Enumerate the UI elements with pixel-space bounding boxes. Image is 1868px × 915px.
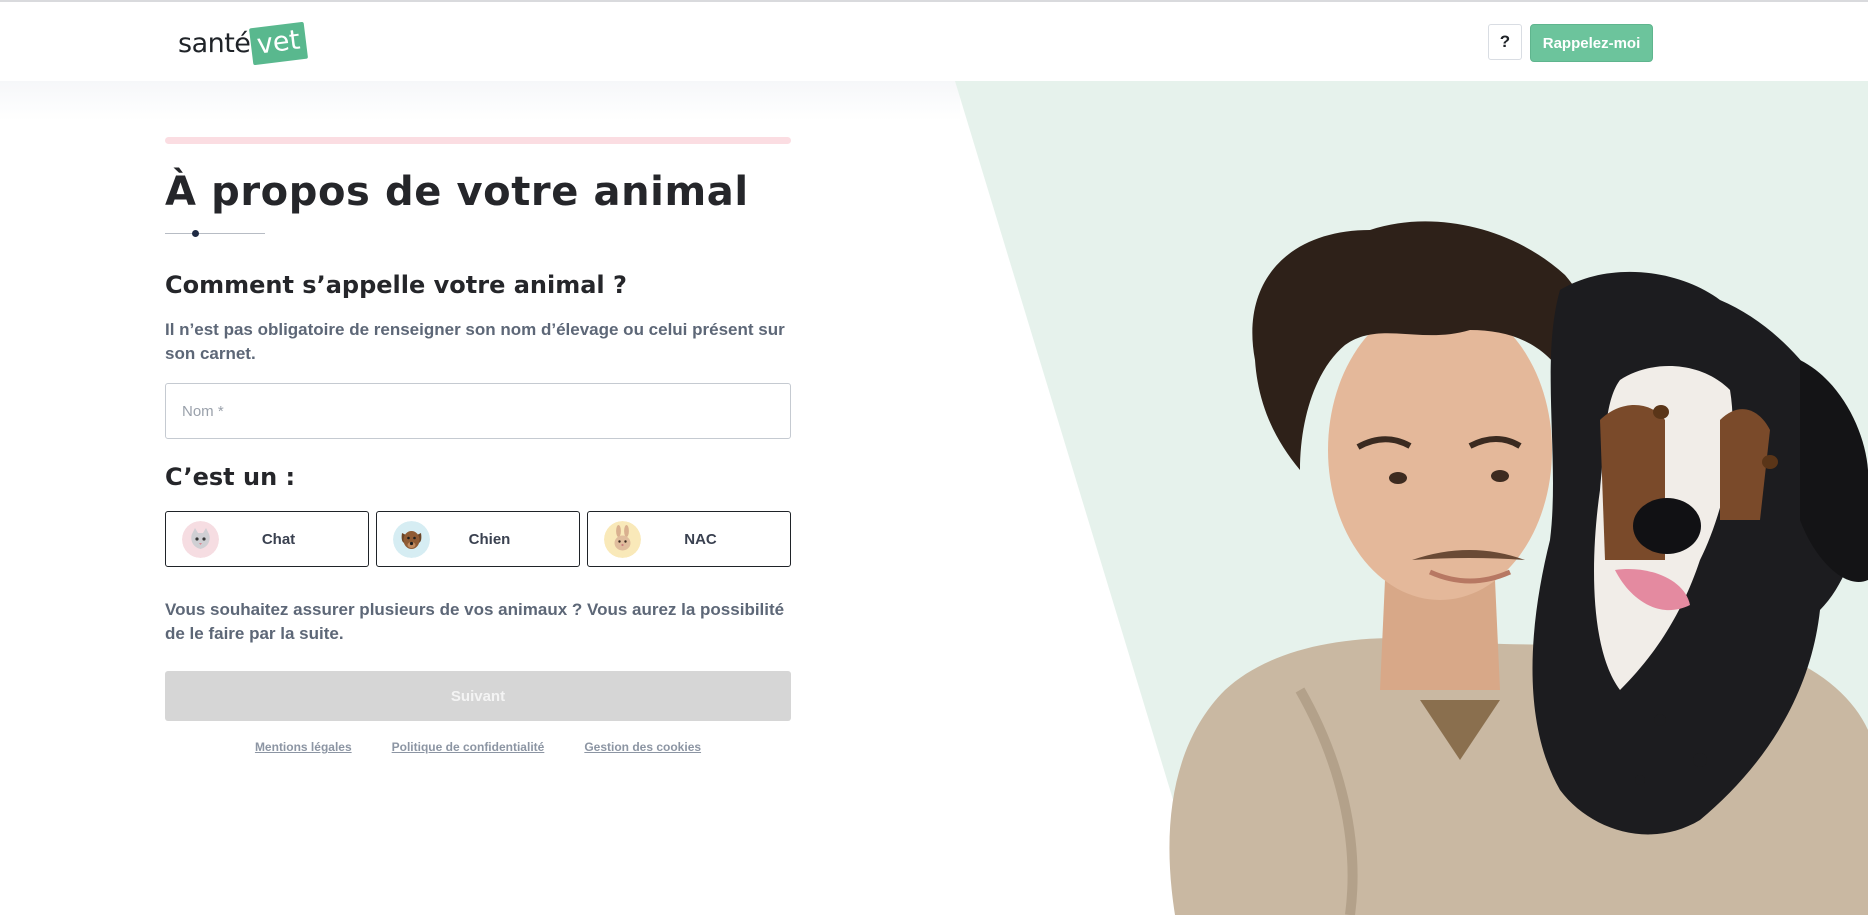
logo-badge: vet: [249, 21, 309, 65]
progress-bar: [165, 137, 791, 144]
page-title: À propos de votre animal: [165, 169, 749, 215]
callback-button[interactable]: Rappelez-moi: [1530, 24, 1653, 62]
rabbit-icon: [604, 520, 641, 558]
help-button[interactable]: ?: [1488, 24, 1522, 60]
site-header: santé vet ? Rappelez-moi: [0, 2, 1868, 81]
next-button[interactable]: Suivant: [165, 671, 791, 721]
dog-icon: [393, 520, 430, 558]
type-option-chat[interactable]: Chat: [165, 511, 369, 567]
type-option-nac[interactable]: NAC: [587, 511, 791, 567]
type-label-chat: Chat: [261, 530, 296, 548]
type-label-nac: NAC: [684, 530, 717, 548]
cat-icon: [182, 520, 219, 558]
question-help: Il n’est pas obligatoire de renseigner s…: [165, 320, 785, 363]
type-option-chien[interactable]: Chien: [376, 511, 580, 567]
footer-links: Mentions légales Politique de confidenti…: [165, 740, 791, 754]
pet-type-options: Chat Chien NAC: [165, 511, 791, 567]
privacy-policy-link[interactable]: Politique de confidentialité: [392, 740, 545, 754]
multi-pet-note: Vous souhaitez assurer plusieurs de vos …: [165, 600, 785, 643]
logo-wordmark: santé: [178, 27, 251, 59]
underline-line: [165, 233, 265, 234]
cookie-settings-link[interactable]: Gestion des cookies: [584, 740, 701, 754]
legal-notice-link[interactable]: Mentions légales: [255, 740, 352, 754]
santevet-logo[interactable]: santé vet: [178, 18, 309, 68]
underline-dot: [192, 230, 199, 237]
title-underline: [165, 229, 265, 239]
question-title: Comment s’appelle votre animal ?: [165, 271, 627, 299]
type-label-chien: Chien: [468, 530, 511, 548]
pet-name-input[interactable]: [165, 383, 791, 439]
type-title: C’est un :: [165, 463, 296, 491]
